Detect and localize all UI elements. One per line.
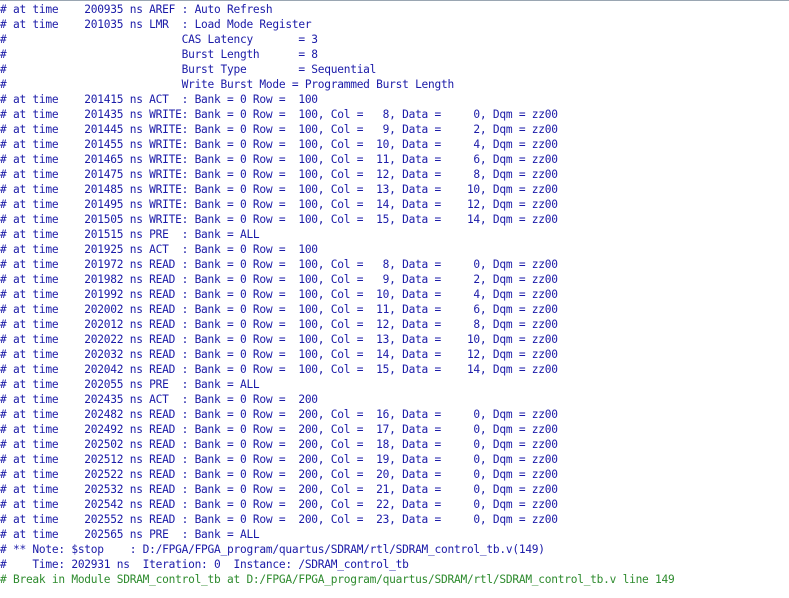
transcript-line: # at time 201415 ns ACT : Bank = 0 Row =…: [0, 93, 318, 106]
transcript-line: # Burst Type = Sequential: [0, 63, 377, 76]
transcript-line: # at time 202492 ns READ : Bank = 0 Row …: [0, 423, 558, 436]
transcript-line: # at time 202522 ns READ : Bank = 0 Row …: [0, 468, 558, 481]
transcript-line: # at time 202055 ns PRE : Bank = ALL: [0, 378, 260, 391]
input-caret[interactable]: [0, 584, 1, 596]
transcript-line: # at time 201925 ns ACT : Bank = 0 Row =…: [0, 243, 318, 256]
transcript-line: # at time 201445 ns WRITE: Bank = 0 Row …: [0, 123, 558, 136]
transcript-line: # at time 201475 ns WRITE: Bank = 0 Row …: [0, 168, 558, 181]
transcript-line: # at time 202482 ns READ : Bank = 0 Row …: [0, 408, 558, 421]
transcript-line: # at time 201495 ns WRITE: Bank = 0 Row …: [0, 198, 558, 211]
transcript-line: # at time 201035 ns LMR : Load Mode Regi…: [0, 18, 312, 31]
transcript-line: # at time 201465 ns WRITE: Bank = 0 Row …: [0, 153, 558, 166]
transcript-line: # at time 202552 ns READ : Bank = 0 Row …: [0, 513, 558, 526]
transcript-line: # at time 200935 ns AREF : Auto Refresh: [0, 3, 273, 16]
transcript-line: # at time 201515 ns PRE : Bank = ALL: [0, 228, 260, 241]
transcript-window[interactable]: # at time 200935 ns AREF : Auto Refresh #…: [0, 0, 789, 598]
transcript-line: # at time 201455 ns WRITE: Bank = 0 Row …: [0, 138, 558, 151]
transcript-line: # at time 202032 ns READ : Bank = 0 Row …: [0, 348, 558, 361]
transcript-line: # Write Burst Mode = Programmed Burst Le…: [0, 78, 454, 91]
transcript-line: # CAS Latency = 3: [0, 33, 318, 46]
transcript-line: # at time 202532 ns READ : Bank = 0 Row …: [0, 483, 558, 496]
transcript-line: # at time 202502 ns READ : Bank = 0 Row …: [0, 438, 558, 451]
transcript-line: # at time 202512 ns READ : Bank = 0 Row …: [0, 453, 558, 466]
transcript-line: # ** Note: $stop : D:/FPGA/FPGA_program/…: [0, 543, 545, 556]
transcript-line: # at time 201505 ns WRITE: Bank = 0 Row …: [0, 213, 558, 226]
transcript-line: # at time 201972 ns READ : Bank = 0 Row …: [0, 258, 558, 271]
transcript-log: # at time 200935 ns AREF : Auto Refresh #…: [0, 2, 789, 572]
transcript-line: # at time 202022 ns READ : Bank = 0 Row …: [0, 333, 558, 346]
break-message-line: # Break in Module SDRAM_control_tb at D:…: [0, 573, 675, 586]
transcript-line: # Burst Length = 8: [0, 48, 318, 61]
transcript-line: # at time 202435 ns ACT : Bank = 0 Row =…: [0, 393, 318, 406]
transcript-line: # at time 201982 ns READ : Bank = 0 Row …: [0, 273, 558, 286]
transcript-line: # Time: 202931 ns Iteration: 0 Instance:…: [0, 558, 409, 571]
transcript-line: # at time 201435 ns WRITE: Bank = 0 Row …: [0, 108, 558, 121]
transcript-line: # at time 202002 ns READ : Bank = 0 Row …: [0, 303, 558, 316]
transcript-line: # at time 202012 ns READ : Bank = 0 Row …: [0, 318, 558, 331]
transcript-line: # at time 201485 ns WRITE: Bank = 0 Row …: [0, 183, 558, 196]
transcript-line: # at time 202542 ns READ : Bank = 0 Row …: [0, 498, 558, 511]
transcript-line: # at time 202042 ns READ : Bank = 0 Row …: [0, 363, 558, 376]
transcript-line: # at time 201992 ns READ : Bank = 0 Row …: [0, 288, 558, 301]
transcript-line: # at time 202565 ns PRE : Bank = ALL: [0, 528, 260, 541]
